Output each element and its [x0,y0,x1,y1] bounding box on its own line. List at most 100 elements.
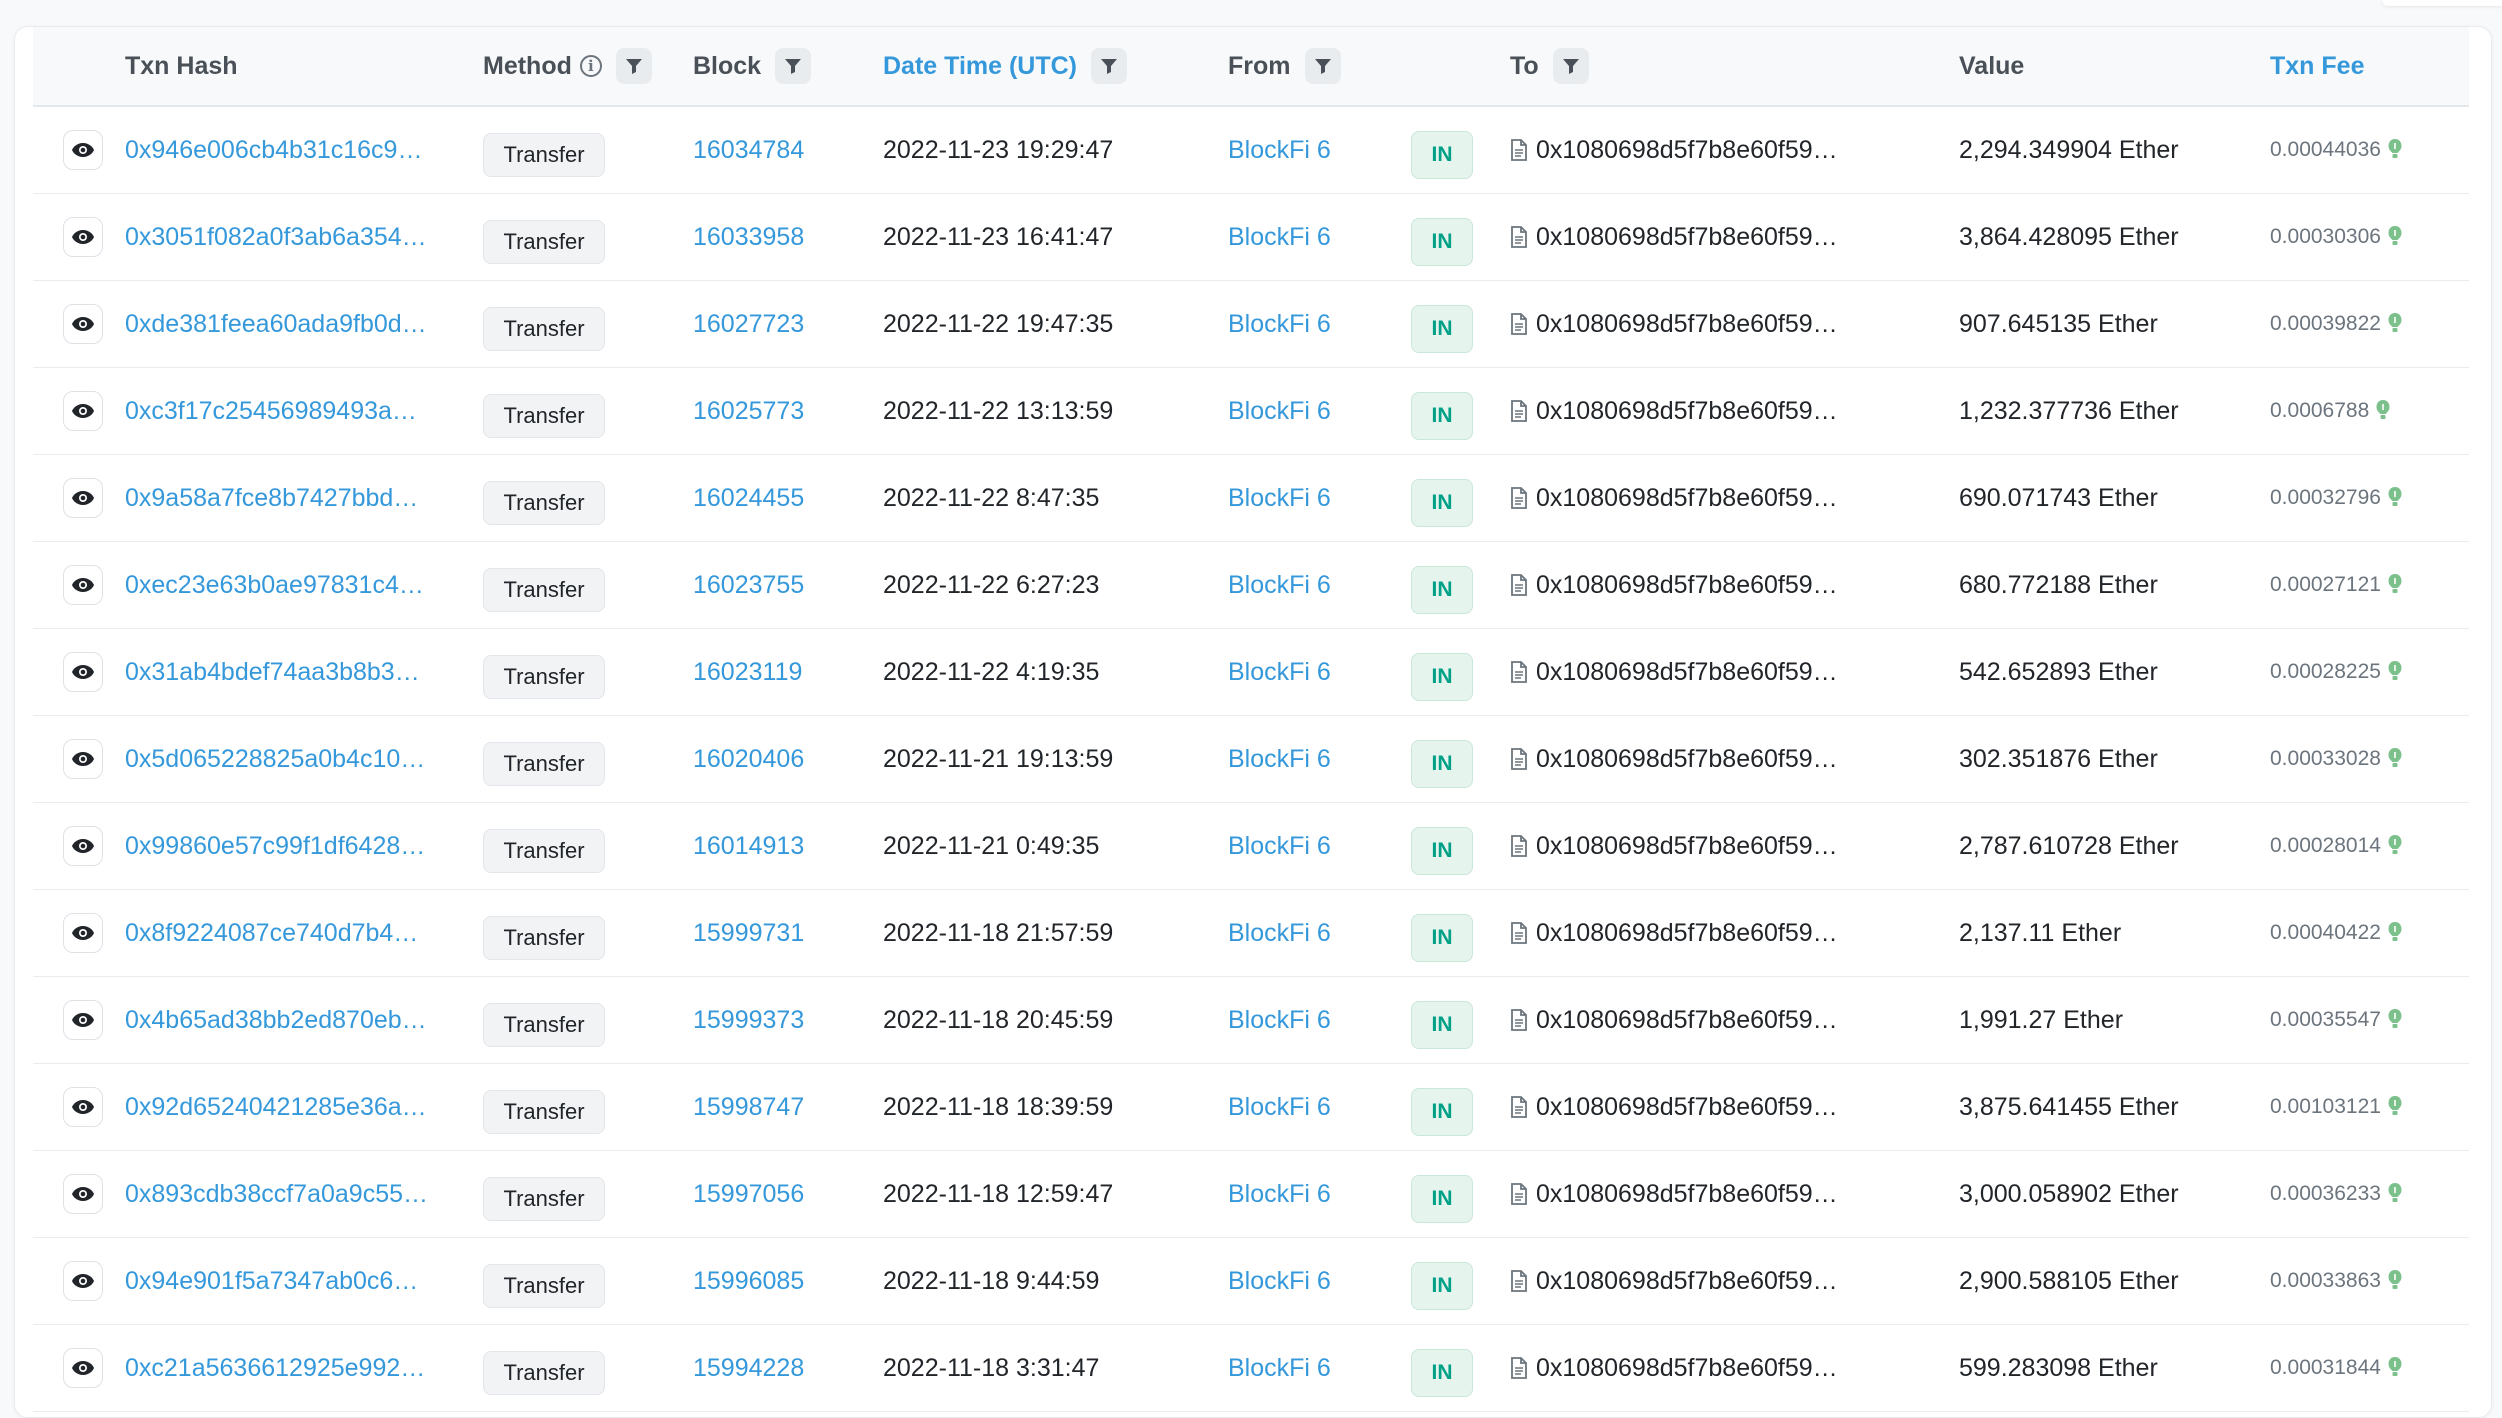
from-address-link[interactable]: BlockFi 6 [1228,281,1331,367]
block-link[interactable]: 16024455 [693,455,804,541]
block-link[interactable]: 16025773 [693,368,804,454]
to-address-text[interactable]: 0x1080698d5f7b8e60f59… [1536,832,1838,861]
block-filter-button[interactable] [775,48,812,84]
view-details-button[interactable] [63,652,103,692]
gas-icon[interactable] [2387,834,2403,858]
from-address-link[interactable]: BlockFi 6 [1228,194,1331,280]
block-link[interactable]: 16023119 [693,629,802,715]
gas-icon[interactable] [2387,1182,2403,1206]
header-txn-fee[interactable]: Txn Fee [2270,27,2364,105]
to-address-text[interactable]: 0x1080698d5f7b8e60f59… [1536,658,1838,687]
block-link[interactable]: 16014913 [693,803,804,889]
from-address-link[interactable]: BlockFi 6 [1228,368,1331,454]
from-address-link[interactable]: BlockFi 6 [1228,455,1331,541]
block-link[interactable]: 15998747 [693,1064,804,1150]
view-details-button[interactable] [63,391,103,431]
to-address-text[interactable]: 0x1080698d5f7b8e60f59… [1536,1093,1838,1122]
info-icon[interactable]: i [579,55,602,77]
from-address-link[interactable]: BlockFi 6 [1228,542,1331,628]
txn-hash-link[interactable]: 0x92d65240421285e36a… [125,1064,427,1150]
block-link[interactable]: 16027723 [693,281,804,367]
from-address-link[interactable]: BlockFi 6 [1228,1151,1331,1237]
to-address-text[interactable]: 0x1080698d5f7b8e60f59… [1536,223,1838,252]
view-details-button[interactable] [63,1000,103,1040]
txn-hash-link[interactable]: 0xde381feea60ada9fb0d… [125,281,427,367]
header-datetime-label[interactable]: Date Time (UTC) [883,52,1077,81]
gas-icon[interactable] [2387,225,2403,249]
block-link[interactable]: 16020406 [693,716,804,802]
header-datetime[interactable]: Date Time (UTC) [883,27,1128,105]
view-details-button[interactable] [63,1348,103,1388]
from-filter-button[interactable] [1304,48,1341,84]
block-link[interactable]: 16023755 [693,542,804,628]
txn-hash-link[interactable]: 0x4b65ad38bb2ed870eb… [125,977,427,1063]
gas-icon[interactable] [2387,486,2403,510]
gas-icon[interactable] [2387,1095,2403,1119]
view-details-button[interactable] [63,565,103,605]
to-address-text[interactable]: 0x1080698d5f7b8e60f59… [1536,919,1838,948]
txn-hash-link[interactable]: 0x5d065228825a0b4c10… [125,716,425,802]
from-address-link[interactable]: BlockFi 6 [1228,107,1331,193]
view-details-button[interactable] [63,1087,103,1127]
txn-hash-link[interactable]: 0x31ab4bdef74aa3b8b3… [125,629,420,715]
view-details-button[interactable] [63,1174,103,1214]
to-address-text[interactable]: 0x1080698d5f7b8e60f59… [1536,1180,1838,1209]
to-address-text[interactable]: 0x1080698d5f7b8e60f59… [1536,136,1838,165]
block-link[interactable]: 15999731 [693,890,804,976]
txn-hash-link[interactable]: 0x893cdb38ccf7a0a9c55… [125,1151,428,1237]
view-details-button[interactable] [63,130,103,170]
txn-hash-link[interactable]: 0xec23e63b0ae97831c4… [125,542,424,628]
gas-icon[interactable] [2387,1356,2403,1380]
to-address-text[interactable]: 0x1080698d5f7b8e60f59… [1536,484,1838,513]
to-address-text[interactable]: 0x1080698d5f7b8e60f59… [1536,1354,1838,1383]
view-details-button[interactable] [63,913,103,953]
block-link[interactable]: 15996085 [693,1238,804,1324]
from-address-link[interactable]: BlockFi 6 [1228,977,1331,1063]
from-address-link[interactable]: BlockFi 6 [1228,803,1331,889]
gas-icon[interactable] [2387,660,2403,684]
gas-icon[interactable] [2387,747,2403,771]
gas-icon[interactable] [2387,312,2403,336]
to-address-text[interactable]: 0x1080698d5f7b8e60f59… [1536,571,1838,600]
header-txn-fee-label[interactable]: Txn Fee [2270,52,2364,81]
txn-hash-link[interactable]: 0x9a58a7fce8b7427bbd… [125,455,418,541]
view-details-button[interactable] [63,739,103,779]
txn-hash-link[interactable]: 0xc21a5636612925e992… [125,1325,425,1411]
gas-icon[interactable] [2387,921,2403,945]
datetime-filter-button[interactable] [1091,48,1128,84]
from-address-link[interactable]: BlockFi 6 [1228,629,1331,715]
txn-hash-link[interactable]: 0x8f9224087ce740d7b4… [125,890,418,976]
block-link[interactable]: 15997056 [693,1151,804,1237]
gas-icon[interactable] [2387,138,2403,162]
to-address-text[interactable]: 0x1080698d5f7b8e60f59… [1536,310,1838,339]
txn-hash-link[interactable]: 0x3051f082a0f3ab6a354… [125,194,427,280]
txn-hash-link[interactable]: 0xc3f17c25456989493a… [125,368,417,454]
block-link[interactable]: 16033958 [693,194,804,280]
to-address-text[interactable]: 0x1080698d5f7b8e60f59… [1536,1006,1838,1035]
view-details-button[interactable] [63,1261,103,1301]
to-address-text[interactable]: 0x1080698d5f7b8e60f59… [1536,397,1838,426]
from-address-link[interactable]: BlockFi 6 [1228,1325,1331,1411]
view-details-button[interactable] [63,478,103,518]
to-filter-button[interactable] [1552,48,1589,84]
from-address-link[interactable]: BlockFi 6 [1228,716,1331,802]
from-address-link[interactable]: BlockFi 6 [1228,1238,1331,1324]
method-filter-button[interactable] [615,48,652,84]
view-details-button[interactable] [63,826,103,866]
gas-icon[interactable] [2387,573,2403,597]
txn-hash-link[interactable]: 0x946e006cb4b31c16c9… [125,107,422,193]
view-details-button[interactable] [63,304,103,344]
to-address-text[interactable]: 0x1080698d5f7b8e60f59… [1536,745,1838,774]
txn-hash-link[interactable]: 0x94e901f5a7347ab0c6… [125,1238,418,1324]
block-link[interactable]: 15999373 [693,977,804,1063]
from-address-link[interactable]: BlockFi 6 [1228,1064,1331,1150]
gas-icon[interactable] [2387,1269,2403,1293]
view-details-button[interactable] [63,217,103,257]
block-link[interactable]: 15994228 [693,1325,804,1411]
txn-hash-link[interactable]: 0x99860e57c99f1df6428… [125,803,425,889]
from-address-link[interactable]: BlockFi 6 [1228,890,1331,976]
block-link[interactable]: 16034784 [693,107,804,193]
to-address-text[interactable]: 0x1080698d5f7b8e60f59… [1536,1267,1838,1296]
gas-icon[interactable] [2375,399,2391,423]
gas-icon[interactable] [2387,1008,2403,1032]
